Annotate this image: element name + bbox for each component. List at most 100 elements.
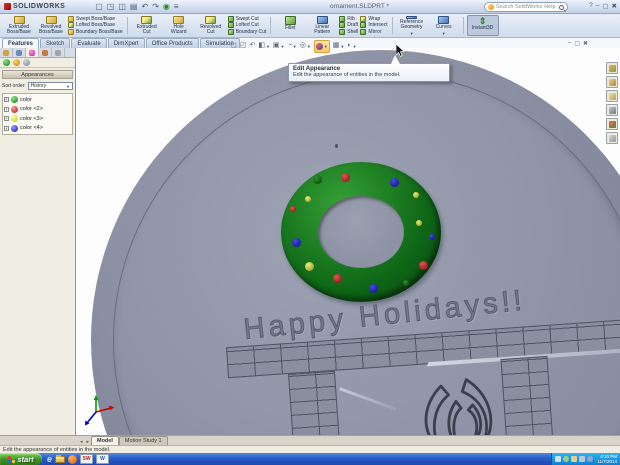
tooltip: Edit Appearance Edit the appearance of e… <box>288 55 450 82</box>
expand-icon[interactable]: + <box>4 125 9 131</box>
edit-appearance-icon[interactable]: ▼ <box>313 40 330 53</box>
minimize-icon[interactable]: – <box>596 2 600 10</box>
help-icon[interactable]: ? <box>589 2 593 10</box>
color-swatch-icon <box>11 124 18 132</box>
appearances-scenes-icon <box>608 120 616 128</box>
extruded-cut-button[interactable]: Extruded Cut <box>131 15 163 36</box>
section-view-icon[interactable]: ◧ ▼ <box>258 41 270 52</box>
view-settings-icon[interactable]: ◐ ▼ <box>347 41 356 52</box>
shell-button[interactable]: Shell <box>339 28 358 35</box>
configuration-manager-tab[interactable] <box>39 48 52 57</box>
command-manager-ribbon: Extruded Boss/Base Revolved Boss/Base Sw… <box>0 14 620 38</box>
revolved-boss-base-button[interactable]: Revolved Boss/Base <box>35 15 67 36</box>
tab-model[interactable]: Model <box>91 436 119 445</box>
media-player-icon[interactable] <box>68 454 78 464</box>
close-icon[interactable]: ✖ <box>612 2 617 10</box>
zoom-fit-icon[interactable]: ◻ <box>231 41 237 51</box>
feature-manager-tab[interactable] <box>0 48 13 57</box>
view-palette-tab[interactable] <box>606 104 618 116</box>
tray-icon[interactable] <box>587 456 594 462</box>
help-ball-icon <box>488 4 494 10</box>
boundary-boss-base-button[interactable]: Boundary Boss/Base <box>68 28 123 35</box>
print-icon[interactable]: ▤ <box>130 2 138 12</box>
word-taskbar-button[interactable]: W <box>96 454 110 464</box>
tab-office-products[interactable]: Office Products <box>145 38 199 48</box>
new-icon[interactable]: ▢ <box>95 2 103 12</box>
sort-order-select[interactable]: History ▼ <box>27 82 73 90</box>
expand-icon[interactable]: + <box>4 116 9 122</box>
extruded-boss-base-button[interactable]: Extruded Boss/Base <box>3 15 35 36</box>
tab-sketch[interactable]: Sketch <box>40 38 71 48</box>
expand-icon[interactable]: + <box>4 97 9 103</box>
list-item-color-3[interactable]: + color <3> <box>4 114 71 124</box>
graphics-viewport[interactable]: Happy Holidays!! <box>76 48 620 435</box>
tab-features[interactable]: Features <box>2 38 40 48</box>
tab-motion-study[interactable]: Motion Study 1 <box>118 436 168 445</box>
solidworks-taskbar-button[interactable]: SW <box>80 454 94 464</box>
tab-evaluate[interactable]: Evaluate <box>71 38 107 48</box>
list-item-color-1[interactable]: + color <box>4 95 71 105</box>
list-item-color-4[interactable]: + color <4> <box>4 124 71 134</box>
search-input[interactable]: Search SolidWorks Help <box>484 2 568 12</box>
list-item-color-2[interactable]: + color <2> <box>4 105 71 115</box>
tray-icon[interactable] <box>563 456 570 462</box>
view-orientation-icon[interactable]: ▣ ▼ <box>273 41 285 52</box>
instant3d-button[interactable]: ⇕ Instant3D <box>466 15 499 36</box>
property-manager-tab[interactable] <box>13 48 26 57</box>
tray-icon[interactable] <box>571 456 578 462</box>
zoom-area-icon[interactable]: ◰ <box>240 41 247 51</box>
appearances-scenes-tab[interactable] <box>606 118 618 130</box>
hide-show-items-icon[interactable]: ◎ ▼ <box>300 41 311 52</box>
save-icon[interactable]: ◫ <box>118 2 126 12</box>
reference-geometry-button[interactable]: Reference Geometry ▼ <box>396 15 428 36</box>
color-swatch-icon <box>11 96 18 104</box>
display-manager-tab[interactable] <box>26 48 39 57</box>
dimxpert-manager-tab[interactable] <box>52 48 65 57</box>
internet-explorer-icon[interactable]: e <box>47 454 52 464</box>
doc-minimize-icon[interactable]: – <box>568 40 571 47</box>
open-icon[interactable]: ◳ <box>107 2 115 12</box>
view-decals-icon[interactable] <box>13 59 20 66</box>
fillet-button[interactable]: Fillet <box>274 15 306 36</box>
rebuild-icon[interactable]: ◉ <box>163 2 170 12</box>
ornament-ball <box>305 196 311 202</box>
linear-pattern-button[interactable]: Linear Pattern <box>306 15 338 36</box>
folder-icon[interactable] <box>55 454 66 463</box>
custom-properties-tab[interactable] <box>606 132 618 144</box>
solidworks-resources-tab[interactable] <box>606 62 618 74</box>
heads-up-view-toolbar: ◻ ◰ ↶ ◧ ▼ ▣ ▼ ◔ ▼ ◎ ▼ ▼ ▦ ▼ ◐ ▼ <box>231 40 357 53</box>
display-style-icon[interactable]: ◔ ▼ <box>288 41 297 52</box>
wreath-model[interactable] <box>281 162 441 302</box>
custom-properties-icon <box>608 134 616 142</box>
ornament-ball <box>369 284 378 293</box>
previous-view-icon[interactable]: ↶ <box>249 41 255 51</box>
options-icon[interactable]: ≡ <box>174 2 179 12</box>
apply-scene-icon[interactable]: ▦ ▼ <box>333 41 345 52</box>
hole-wizard-button[interactable]: Hole Wizard <box>163 15 195 36</box>
undo-icon[interactable]: ↶ <box>141 2 148 12</box>
revolved-cut-button[interactable]: Revolved Cut <box>195 15 227 36</box>
expand-icon[interactable]: + <box>4 106 9 112</box>
ribbon-separator <box>270 17 272 34</box>
design-library-tab[interactable] <box>606 76 618 88</box>
search-icon[interactable] <box>559 4 564 10</box>
start-button[interactable]: start <box>0 453 42 465</box>
doc-restore-icon[interactable]: ▢ <box>574 40 580 47</box>
curves-button[interactable]: Curves ▼ <box>428 15 460 36</box>
ribbon-separator <box>126 17 128 34</box>
redo-icon[interactable]: ↷ <box>152 2 159 12</box>
file-explorer-tab[interactable] <box>606 90 618 102</box>
tray-icon[interactable] <box>555 456 562 462</box>
search-placeholder: Search SolidWorks Help <box>496 4 556 10</box>
maximize-icon[interactable]: ▢ <box>602 2 608 10</box>
ribbon-separator <box>462 17 464 34</box>
view-scene-lights-icon[interactable] <box>23 59 30 66</box>
boundary-cut-button[interactable]: Boundary Cut <box>227 28 266 35</box>
tray-icon[interactable] <box>579 456 586 462</box>
wrap-icon <box>360 16 367 23</box>
taskbar-clock[interactable]: 4:10 PM 11/7/2014 <box>595 454 617 464</box>
doc-close-icon[interactable]: ✖ <box>583 40 588 47</box>
tab-dimxpert[interactable]: DimXpert <box>107 38 145 48</box>
mirror-button[interactable]: Mirror <box>360 28 387 35</box>
view-appearances-icon[interactable] <box>3 59 10 66</box>
